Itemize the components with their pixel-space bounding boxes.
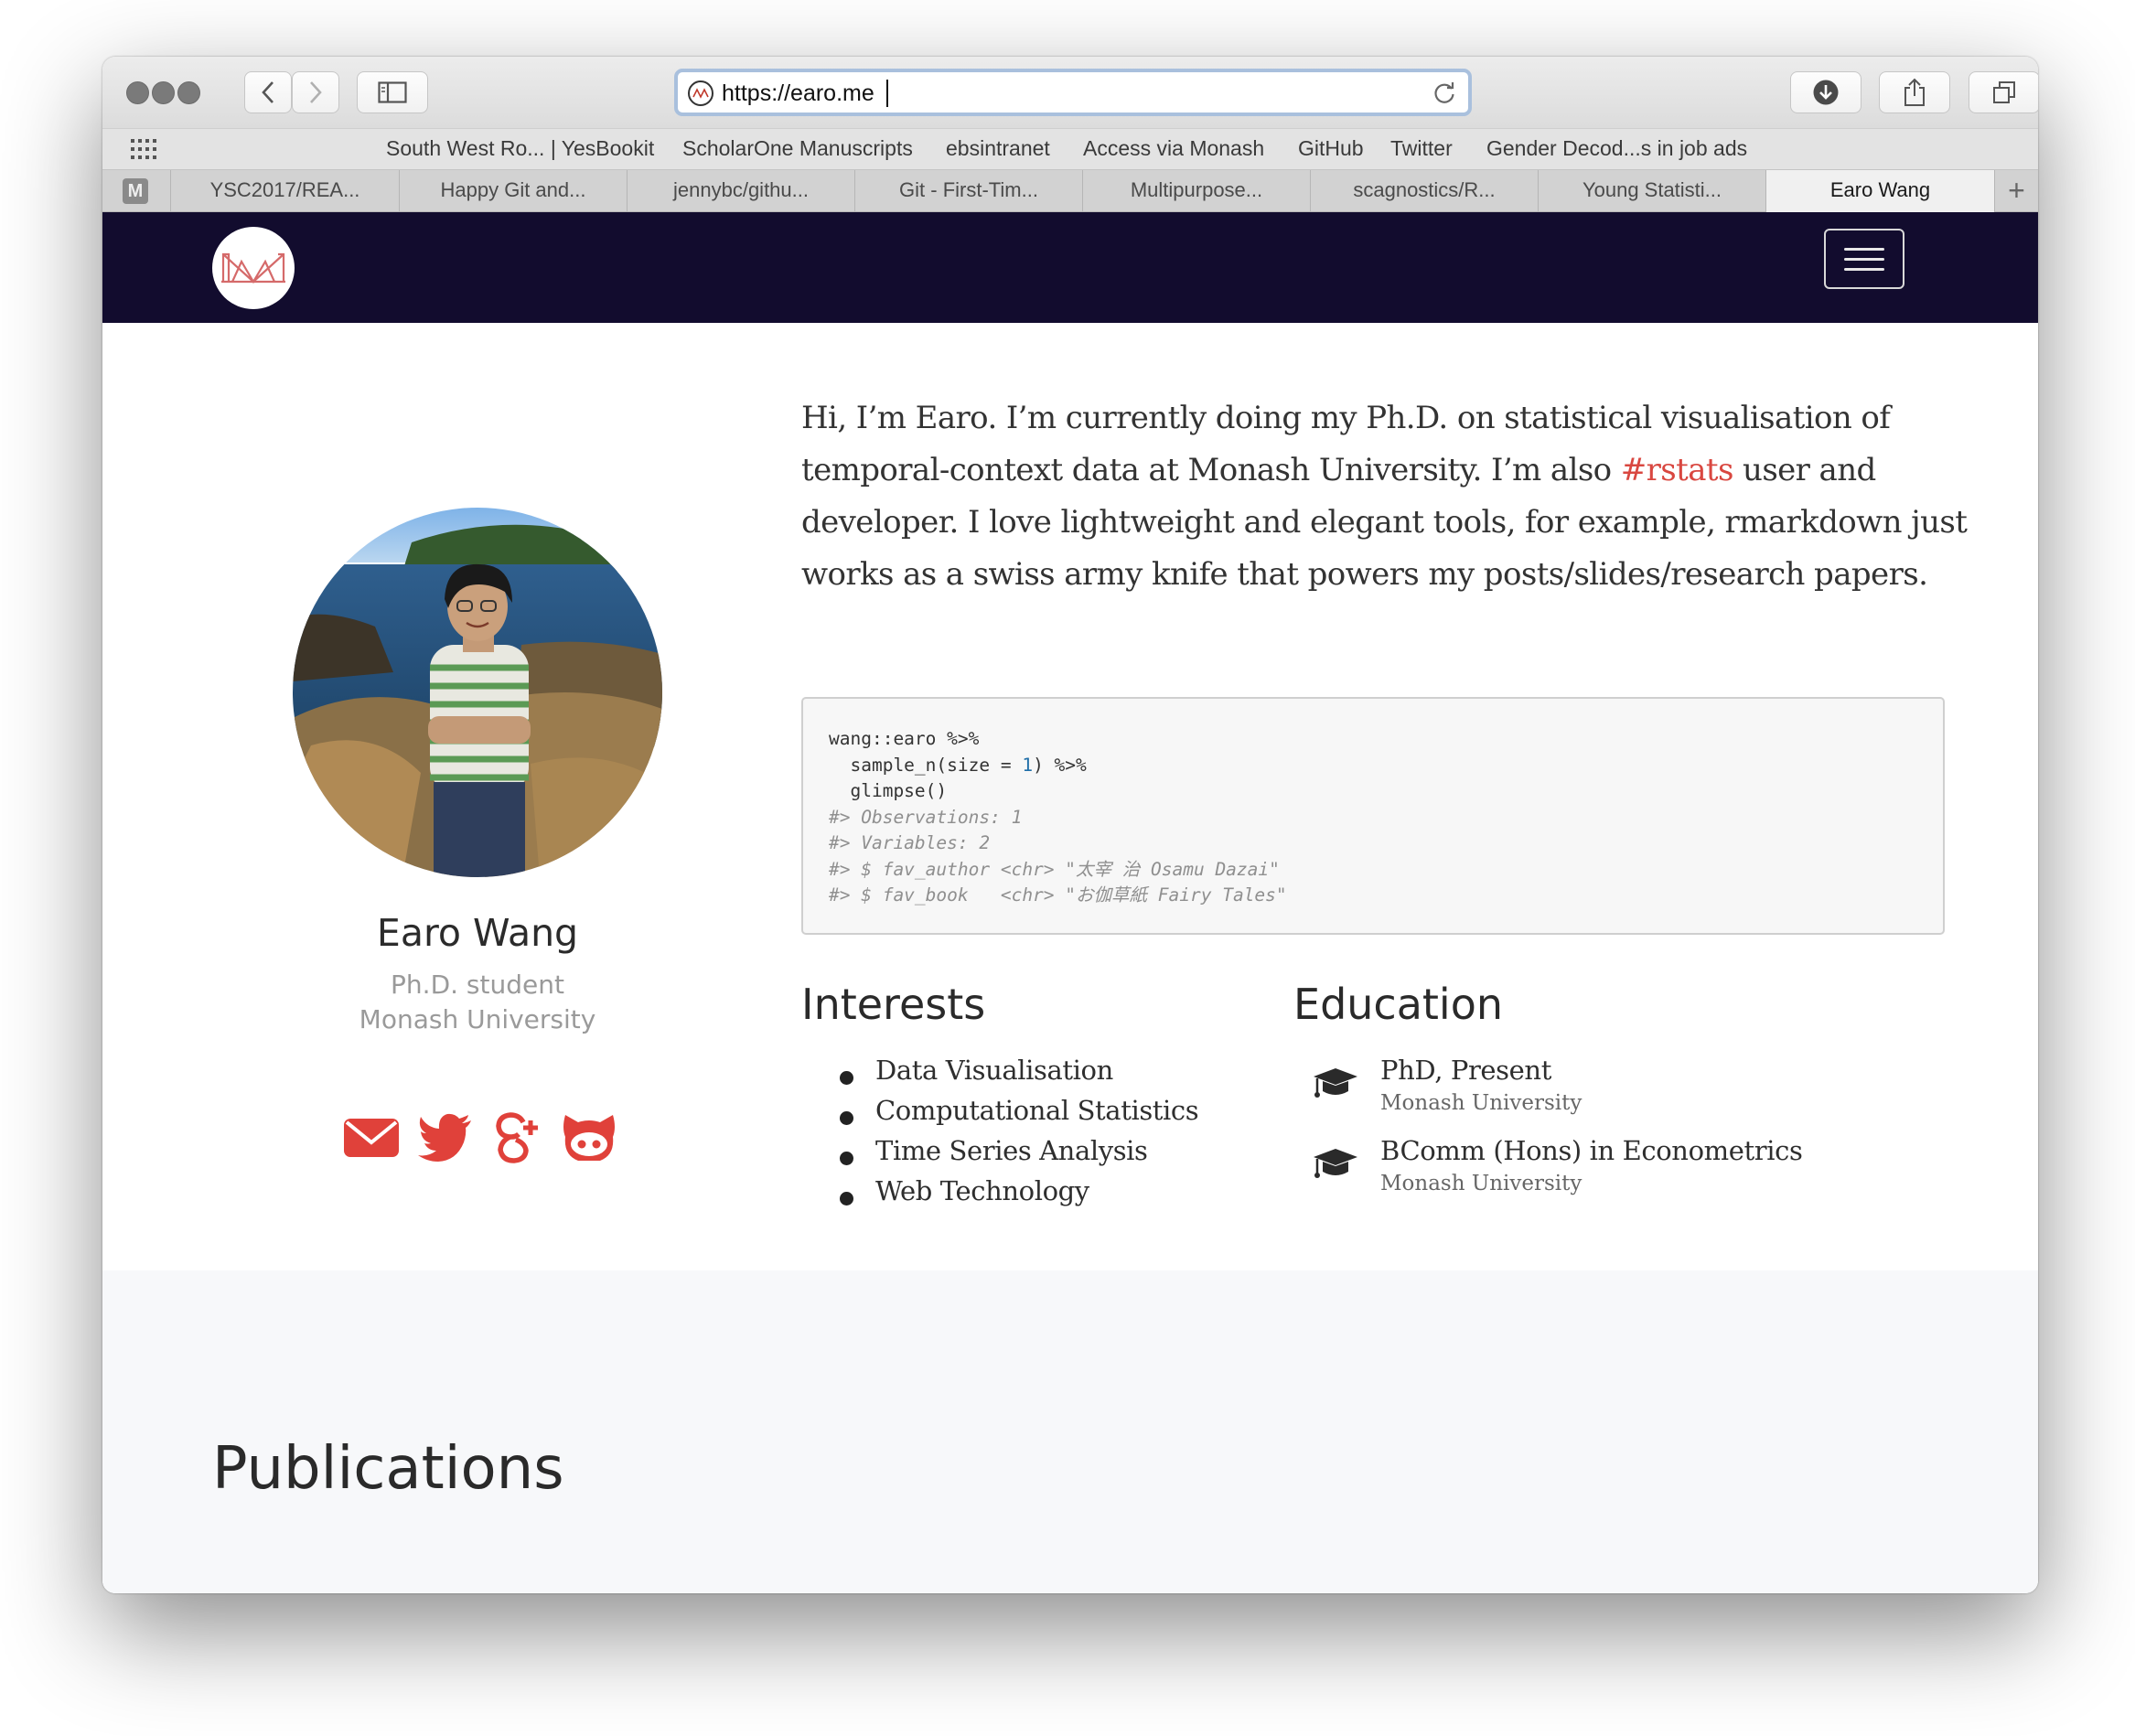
- close-window-button[interactable]: [126, 81, 149, 104]
- education-institution: Monash University: [1380, 1091, 1582, 1115]
- share-icon: [1904, 78, 1925, 106]
- bookmark-item[interactable]: ScholarOne Manuscripts: [682, 136, 913, 161]
- hamburger-icon: [1844, 248, 1884, 251]
- pinned-tab[interactable]: M: [123, 178, 148, 204]
- zoom-window-button[interactable]: [177, 81, 200, 104]
- bullet: [840, 1152, 853, 1165]
- bullet: [840, 1111, 853, 1125]
- tab[interactable]: YSC2017/REA...: [170, 170, 399, 212]
- interest-item: Web Technology: [875, 1175, 1089, 1206]
- tab[interactable]: Happy Git and...: [399, 170, 627, 212]
- bookmark-item[interactable]: Gender Decod...s in job ads: [1486, 136, 1747, 161]
- education-degree: BComm (Hons) in Econometrics: [1380, 1135, 1803, 1166]
- bookmark-item[interactable]: Twitter: [1390, 136, 1453, 161]
- code-comment: #> $ fav_book <chr> "お伽草紙 Fairy Tales": [829, 884, 1287, 906]
- envelope-icon[interactable]: [342, 1109, 401, 1164]
- bookmark-item[interactable]: ebsintranet: [946, 136, 1050, 161]
- bio-paragraph: Hi, I’m Earo. I’m currently doing my Ph.…: [801, 392, 1981, 601]
- grid-icon[interactable]: [130, 138, 159, 160]
- site-logo[interactable]: [212, 227, 295, 309]
- forward-button[interactable]: [292, 71, 339, 113]
- site-favicon-icon: [688, 80, 713, 106]
- sidebar-button[interactable]: [357, 71, 428, 113]
- bookmark-item[interactable]: South West Ro... | YesBookit: [386, 136, 654, 161]
- text-caret: [886, 80, 888, 107]
- browser-toolbar: https://earo.me: [102, 57, 2038, 128]
- bullet: [840, 1192, 853, 1206]
- graduation-cap-icon: [1314, 1068, 1357, 1098]
- twitter-icon[interactable]: [416, 1109, 475, 1164]
- code-line: glimpse(): [829, 780, 948, 801]
- tab[interactable]: Multipurpose...: [1082, 170, 1310, 212]
- tab[interactable]: Young Statisti...: [1538, 170, 1765, 212]
- new-tab-button[interactable]: +: [1994, 170, 2038, 212]
- interests-heading: Interests: [801, 980, 986, 1029]
- menu-toggle-button[interactable]: [1824, 229, 1904, 289]
- avatar: [293, 508, 662, 877]
- tab[interactable]: jennybc/githu...: [627, 170, 854, 212]
- url-text[interactable]: https://earo.me: [722, 80, 874, 107]
- tab-active[interactable]: Earo Wang: [1765, 170, 1994, 212]
- education-institution: Monash University: [1380, 1172, 1582, 1195]
- interest-item: Data Visualisation: [875, 1055, 1113, 1086]
- education-heading: Education: [1293, 980, 1504, 1029]
- show-all-tabs-button[interactable]: [1969, 71, 2038, 113]
- bookmarks-bar: South West Ro... | YesBookit ScholarOne …: [102, 128, 2038, 170]
- logo-icon: [221, 252, 285, 284]
- profile-name: Earo Wang: [376, 911, 579, 955]
- graduation-cap-icon: [1314, 1149, 1357, 1178]
- code-line: ) %>%: [1033, 754, 1087, 776]
- publications-heading: Publications: [212, 1435, 564, 1503]
- browser-window: https://earo.me South West Ro... | YesBo…: [102, 57, 2038, 1593]
- profile-organization: Monash University: [359, 1004, 596, 1034]
- site-navbar: [102, 212, 2038, 323]
- code-line: sample_n(size =: [829, 754, 1023, 776]
- publications-section: Publications: [102, 1270, 2038, 1593]
- code-number: 1: [1022, 754, 1034, 776]
- github-icon[interactable]: [560, 1109, 618, 1164]
- profile-role: Ph.D. student: [391, 970, 564, 1000]
- page-content: Earo Wang Ph.D. student Monash Universit…: [102, 323, 2038, 1593]
- chevron-right-icon: [310, 81, 322, 103]
- tab[interactable]: Git - First-Tim...: [854, 170, 1082, 212]
- bullet: [840, 1071, 853, 1085]
- code-line: wang::earo %>%: [829, 728, 980, 749]
- rstats-link[interactable]: #rstats: [1621, 452, 1734, 488]
- code-comment: #> $ fav_author <chr> "太宰 治 Osamu Dazai": [829, 858, 1280, 880]
- reload-icon[interactable]: [1432, 80, 1457, 106]
- interest-item: Time Series Analysis: [875, 1135, 1148, 1166]
- sidebar-icon: [378, 81, 407, 103]
- bookmark-item[interactable]: Access via Monash: [1083, 136, 1264, 161]
- code-comment: #> Observations: 1: [829, 806, 1023, 828]
- chevron-left-icon: [262, 81, 274, 103]
- tabs-overview-icon: [1993, 81, 2015, 103]
- tab[interactable]: scagnostics/R...: [1310, 170, 1538, 212]
- code-block: wang::earo %>% sample_n(size = 1) %>% gl…: [801, 697, 1945, 935]
- google-plus-icon[interactable]: [488, 1109, 547, 1164]
- education-degree: PhD, Present: [1380, 1055, 1551, 1086]
- download-icon: [1813, 80, 1839, 105]
- bookmark-item[interactable]: GitHub: [1298, 136, 1364, 161]
- back-button[interactable]: [244, 71, 292, 113]
- share-button[interactable]: [1879, 71, 1950, 113]
- profile-photo: [293, 508, 662, 877]
- tab-bar: M YSC2017/REA... Happy Git and... jennyb…: [102, 170, 2038, 212]
- interest-item: Computational Statistics: [875, 1095, 1199, 1126]
- address-bar[interactable]: https://earo.me: [674, 69, 1472, 116]
- code-comment: #> Variables: 2: [829, 832, 991, 853]
- downloads-button[interactable]: [1790, 71, 1861, 113]
- minimize-window-button[interactable]: [152, 81, 175, 104]
